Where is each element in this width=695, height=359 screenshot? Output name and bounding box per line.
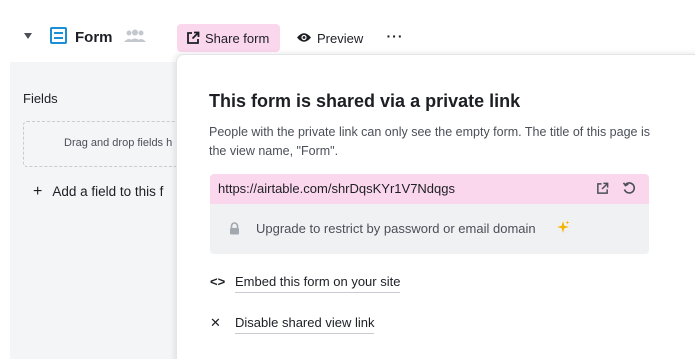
field-drop-zone[interactable]: Drag and drop fields h bbox=[23, 121, 198, 167]
open-external-icon[interactable] bbox=[596, 182, 609, 195]
popover-title: This form is shared via a private link bbox=[209, 91, 521, 111]
preview-button[interactable]: Preview bbox=[295, 26, 375, 50]
people-icon[interactable] bbox=[123, 29, 147, 43]
sparkle-icon bbox=[557, 220, 570, 233]
share-form-label: Share form bbox=[205, 31, 270, 46]
view-toolbar: Form Share form Preview ··· bbox=[0, 0, 695, 62]
code-icon: <> bbox=[210, 274, 226, 289]
share-form-popover: This form is shared via a private link P… bbox=[176, 54, 695, 359]
reset-icon[interactable] bbox=[622, 181, 636, 195]
share-link-row: https://airtable.com/shrDqsKYr1V7Ndqgs bbox=[210, 174, 649, 204]
share-form-button[interactable]: Share form bbox=[177, 24, 280, 52]
drop-zone-hint: Drag and drop fields h bbox=[64, 137, 173, 149]
share-link-url[interactable]: https://airtable.com/shrDqsKYr1V7Ndqgs bbox=[218, 181, 455, 196]
add-field-button[interactable]: + Add a field to this f bbox=[33, 183, 163, 201]
popover-description: People with the private link can only se… bbox=[209, 125, 650, 158]
caret-down-icon[interactable] bbox=[24, 33, 32, 39]
view-name[interactable]: Form bbox=[75, 29, 113, 46]
upgrade-restrict-row[interactable]: Upgrade to restrict by password or email… bbox=[210, 204, 649, 254]
share-icon bbox=[187, 31, 200, 44]
fields-panel: Fields Drag and drop fields h + Add a fie… bbox=[10, 62, 198, 359]
fields-title: Fields bbox=[23, 91, 58, 106]
disable-link-label: Disable shared view link bbox=[235, 315, 375, 334]
more-options-button[interactable]: ··· bbox=[385, 24, 405, 48]
upgrade-text: Upgrade to restrict by password or email… bbox=[256, 221, 536, 236]
embed-form-label: Embed this form on your site bbox=[235, 274, 401, 293]
lock-icon bbox=[230, 222, 239, 235]
add-field-label: Add a field to this f bbox=[52, 184, 164, 199]
plus-icon: + bbox=[33, 183, 43, 200]
eye-icon bbox=[297, 33, 311, 42]
close-icon: ✕ bbox=[210, 315, 221, 330]
preview-label: Preview bbox=[317, 31, 364, 46]
form-icon bbox=[50, 27, 67, 44]
